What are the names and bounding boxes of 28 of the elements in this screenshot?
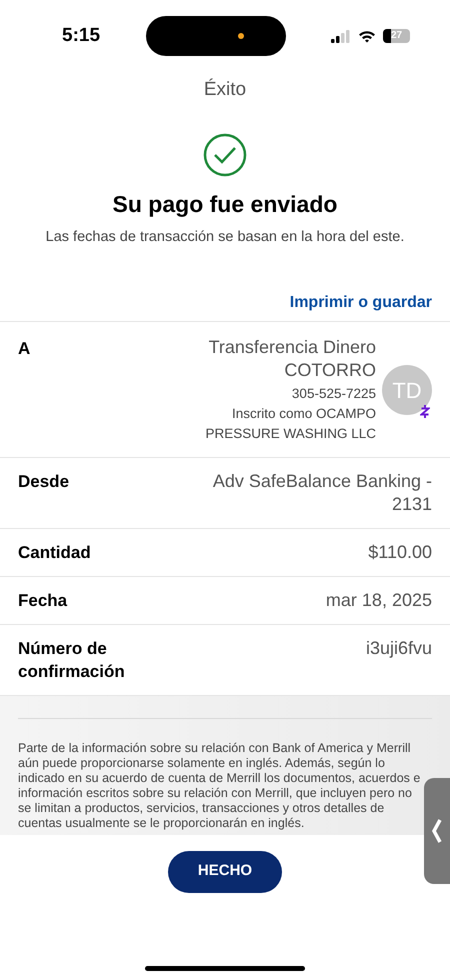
print-link[interactable]: Imprimir o guardar	[290, 290, 432, 315]
recipient-phone: 305-525-7225	[292, 384, 376, 403]
enrolled-name: Inscrito como OCAMPO	[232, 405, 376, 423]
row-label: A	[18, 338, 30, 360]
row-label: Desde	[18, 470, 70, 492]
done-button[interactable]: HECHO	[168, 850, 282, 892]
recipient-name: COTORRO	[284, 358, 376, 382]
row-value: i3uji6fvu	[364, 636, 432, 660]
timezone-note: Las fechas de transacción se basan en la hora del este.	[46, 228, 404, 247]
recipient-name: Transferencia Dinero	[208, 336, 376, 359]
battery-indicator: 27	[383, 29, 410, 43]
row-value: Adv SafeBalance Banking - 2131	[212, 470, 432, 516]
row-label: Número de confirmación	[18, 638, 126, 682]
success-heading: Su pago fue enviado	[112, 190, 338, 219]
chevron-left-icon	[432, 818, 442, 844]
side-handle[interactable]	[424, 778, 450, 884]
row-value: $110.00	[367, 540, 432, 564]
row-label: Fecha	[18, 590, 68, 612]
row-value: mar 18, 2025	[324, 588, 432, 612]
zelle-icon	[420, 405, 430, 418]
signal-icon	[331, 30, 351, 42]
enrolled-name: PRESSURE WASHING LLC	[205, 425, 376, 444]
disclaimer-text: Parte de la información sobre su relación con Bank of America y Merrill aún puede proporcionarse solamente en inglés. Además, según lo indicado en su acuerdo de cuenta de Merrill los documentos, acuerdos e información escritos sobre su relación con Merrill, que incluyen pero no se limitan a productos, servicios, transacciones y otros detalles de cuentas usualmente se le proporcionarán en inglés.	[18, 740, 422, 830]
row-label: Cantidad	[18, 542, 92, 564]
wifi-icon	[358, 30, 376, 42]
status-time: 5:15	[62, 24, 100, 48]
check-circle-icon	[203, 132, 247, 176]
page-title: Éxito	[204, 78, 246, 102]
